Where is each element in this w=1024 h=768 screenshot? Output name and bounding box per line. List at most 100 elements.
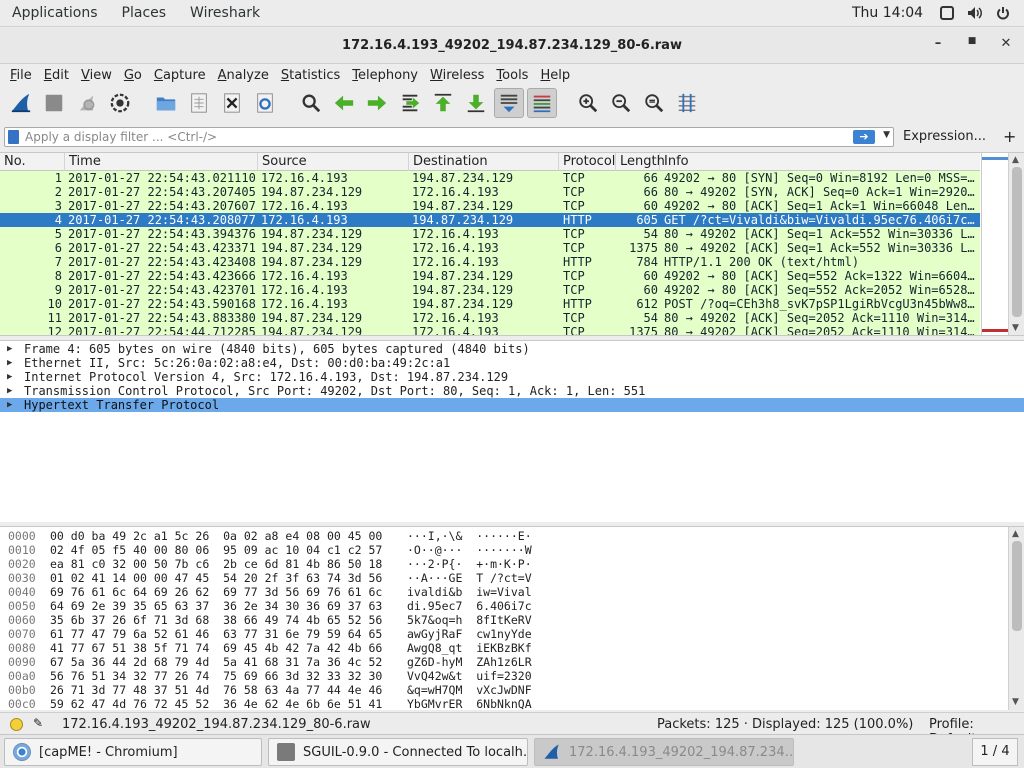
bytes-row[interactable]: 0050 64 69 2e 39 35 65 63 37 36 2e 34 30 … bbox=[0, 599, 1024, 613]
packet-row[interactable]: 7 2017-01-27 22:54:43.423408 194.87.234.12… bbox=[0, 255, 980, 269]
capture-options-button[interactable] bbox=[105, 88, 135, 118]
packet-row[interactable]: 6 2017-01-27 22:54:43.423371 194.87.234.12… bbox=[0, 241, 980, 255]
packet-bytes-scrollbar[interactable]: ▲ ▼ bbox=[1008, 527, 1024, 710]
apply-filter-button[interactable]: ➔ bbox=[853, 130, 875, 144]
go-forward-button[interactable] bbox=[362, 88, 392, 118]
column-header-source[interactable]: Source bbox=[258, 153, 409, 171]
autoscroll-button[interactable] bbox=[494, 88, 524, 118]
wireshark-app-menu[interactable]: Wireshark bbox=[178, 5, 272, 21]
bytes-row[interactable]: 00b0 26 71 3d 77 48 37 51 4d 76 58 63 4a … bbox=[0, 683, 1024, 697]
packet-list-scroll-thumb[interactable] bbox=[1012, 167, 1022, 317]
bytes-row[interactable]: 0030 01 02 41 14 00 00 47 45 54 20 2f 3f … bbox=[0, 571, 1024, 585]
column-header-length[interactable]: Length bbox=[616, 153, 665, 171]
bytes-row[interactable]: 0040 69 76 61 6c 64 69 26 62 69 77 3d 56 … bbox=[0, 585, 1024, 599]
expand-arrow-icon[interactable]: ▶ bbox=[7, 370, 12, 384]
applications-menu[interactable]: Applications bbox=[0, 5, 110, 21]
column-header-protocol[interactable]: Protocol bbox=[559, 153, 616, 171]
menu-file[interactable]: File bbox=[4, 68, 38, 83]
packet-bytes-scroll-thumb[interactable] bbox=[1012, 541, 1022, 631]
packet-list-scrollbar[interactable]: ▲ ▼ bbox=[1008, 153, 1024, 335]
column-header-time[interactable]: Time bbox=[65, 153, 258, 171]
go-to-packet-button[interactable] bbox=[395, 88, 425, 118]
filter-bookmark-icon[interactable] bbox=[8, 130, 19, 144]
bytes-row[interactable]: 0070 61 77 47 79 6a 52 61 46 63 77 31 6e … bbox=[0, 627, 1024, 641]
menu-telephony[interactable]: Telephony bbox=[346, 68, 424, 83]
column-header-no[interactable]: No. bbox=[0, 153, 65, 171]
detail-tree-item[interactable]: ▶ Internet Protocol Version 4, Src: 172.1… bbox=[0, 370, 1024, 384]
taskbar-item-chromium[interactable]: [capME! - Chromium] bbox=[4, 738, 262, 766]
packet-row[interactable]: 9 2017-01-27 22:54:43.423701 172.16.4.193 1… bbox=[0, 283, 980, 297]
display-filter-box[interactable]: ➔ ▼ bbox=[4, 127, 894, 147]
packet-row[interactable]: 10 2017-01-27 22:54:43.590168 172.16.4.193… bbox=[0, 297, 980, 311]
minimize-button[interactable]: – bbox=[928, 36, 948, 56]
reload-file-button[interactable] bbox=[250, 88, 280, 118]
packet-row[interactable]: 11 2017-01-27 22:54:43.883380 194.87.234.1… bbox=[0, 311, 980, 325]
zoom-out-button[interactable] bbox=[606, 88, 636, 118]
menu-wireless[interactable]: Wireless bbox=[424, 68, 490, 83]
expert-info-icon[interactable] bbox=[10, 718, 23, 731]
volume-icon[interactable] bbox=[966, 4, 984, 22]
expand-arrow-icon[interactable]: ▶ bbox=[7, 356, 12, 370]
start-capture-button[interactable] bbox=[6, 88, 36, 118]
packet-row[interactable]: 4 2017-01-27 22:54:43.208077 172.16.4.193 1… bbox=[0, 213, 980, 227]
menu-edit[interactable]: Edit bbox=[38, 68, 75, 83]
go-back-button[interactable] bbox=[329, 88, 359, 118]
scroll-up-icon[interactable]: ▲ bbox=[1012, 529, 1019, 539]
packet-row[interactable]: 1 2017-01-27 22:54:43.021110 172.16.4.193 1… bbox=[0, 171, 980, 185]
resize-columns-button[interactable] bbox=[672, 88, 702, 118]
find-packet-button[interactable] bbox=[296, 88, 326, 118]
detail-tree-item[interactable]: ▶ Transmission Control Protocol, Src Port… bbox=[0, 384, 1024, 398]
close-button[interactable]: ✕ bbox=[996, 36, 1016, 56]
scroll-down-icon[interactable]: ▼ bbox=[1012, 323, 1019, 333]
packet-row[interactable]: 2 2017-01-27 22:54:43.207405 194.87.234.12… bbox=[0, 185, 980, 199]
bytes-row[interactable]: 0020 ea 81 c0 32 00 50 7b c6 2b ce 6d 81 … bbox=[0, 557, 1024, 571]
scroll-up-icon[interactable]: ▲ bbox=[1012, 155, 1019, 165]
power-icon[interactable] bbox=[994, 4, 1012, 22]
save-file-button[interactable] bbox=[184, 88, 214, 118]
detail-tree-item[interactable]: ▶ Ethernet II, Src: 5c:26:0a:02:a8:e4, Ds… bbox=[0, 356, 1024, 370]
expression-button[interactable]: Expression... bbox=[903, 129, 986, 144]
bytes-row[interactable]: 0000 00 d0 ba 49 2c a1 5c 26 0a 02 a8 e4 … bbox=[0, 529, 1024, 543]
first-packet-button[interactable] bbox=[428, 88, 458, 118]
bytes-row[interactable]: 0080 41 77 67 51 38 5f 71 74 69 45 4b 42 … bbox=[0, 641, 1024, 655]
chevron-down-icon[interactable]: ▼ bbox=[883, 130, 890, 140]
menu-help[interactable]: Help bbox=[534, 68, 576, 83]
menu-tools[interactable]: Tools bbox=[490, 68, 534, 83]
packet-row[interactable]: 8 2017-01-27 22:54:43.423666 172.16.4.193 1… bbox=[0, 269, 980, 283]
normal-size-button[interactable] bbox=[639, 88, 669, 118]
expand-arrow-icon[interactable]: ▶ bbox=[7, 398, 12, 412]
packet-row[interactable]: 3 2017-01-27 22:54:43.207607 172.16.4.193 1… bbox=[0, 199, 980, 213]
close-file-button[interactable] bbox=[217, 88, 247, 118]
stop-capture-button[interactable] bbox=[39, 88, 69, 118]
window-title-bar[interactable]: 172.16.4.193_49202_194.87.234.129_80-6.r… bbox=[0, 28, 1024, 64]
detail-tree-item[interactable]: ▶ Frame 4: 605 bytes on wire (4840 bits),… bbox=[0, 342, 1024, 356]
menu-statistics[interactable]: Statistics bbox=[275, 68, 346, 83]
column-header-destination[interactable]: Destination bbox=[409, 153, 559, 171]
packet-row[interactable]: 5 2017-01-27 22:54:43.394376 194.87.234.12… bbox=[0, 227, 980, 241]
taskbar-item-wireshark[interactable]: 172.16.4.193_49202_194.87.234… bbox=[534, 738, 794, 766]
menu-view[interactable]: View bbox=[75, 68, 118, 83]
packet-minimap[interactable] bbox=[981, 153, 1009, 335]
window-switch-icon[interactable] bbox=[938, 4, 956, 22]
add-filter-button[interactable]: + bbox=[1003, 127, 1016, 146]
display-filter-input[interactable] bbox=[25, 128, 845, 146]
last-packet-button[interactable] bbox=[461, 88, 491, 118]
zoom-in-button[interactable] bbox=[573, 88, 603, 118]
taskbar-item-sguil[interactable]: SGUIL-0.9.0 - Connected To localh… bbox=[268, 738, 528, 766]
menu-go[interactable]: Go bbox=[118, 68, 148, 83]
detail-tree-item[interactable]: ▶ Hypertext Transfer Protocol bbox=[0, 398, 1024, 412]
expand-arrow-icon[interactable]: ▶ bbox=[7, 342, 12, 356]
menu-capture[interactable]: Capture bbox=[148, 68, 212, 83]
expand-arrow-icon[interactable]: ▶ bbox=[7, 384, 12, 398]
bytes-row[interactable]: 0010 02 4f 05 f5 40 00 80 06 95 09 ac 10 … bbox=[0, 543, 1024, 557]
restart-capture-button[interactable] bbox=[72, 88, 102, 118]
workspace-indicator[interactable]: 1 / 4 bbox=[972, 738, 1018, 766]
clock[interactable]: Thu 14:04 bbox=[852, 5, 923, 21]
menu-analyze[interactable]: Analyze bbox=[212, 68, 275, 83]
open-file-button[interactable] bbox=[151, 88, 181, 118]
colorize-button[interactable] bbox=[527, 88, 557, 118]
bytes-row[interactable]: 0060 35 6b 37 26 6f 71 3d 68 38 66 49 74 … bbox=[0, 613, 1024, 627]
packet-row[interactable]: 12 2017-01-27 22:54:44.712285 194.87.234.1… bbox=[0, 325, 980, 335]
capture-comment-icon[interactable]: ✎ bbox=[33, 716, 43, 730]
maximize-button[interactable]: ■ bbox=[962, 36, 982, 56]
